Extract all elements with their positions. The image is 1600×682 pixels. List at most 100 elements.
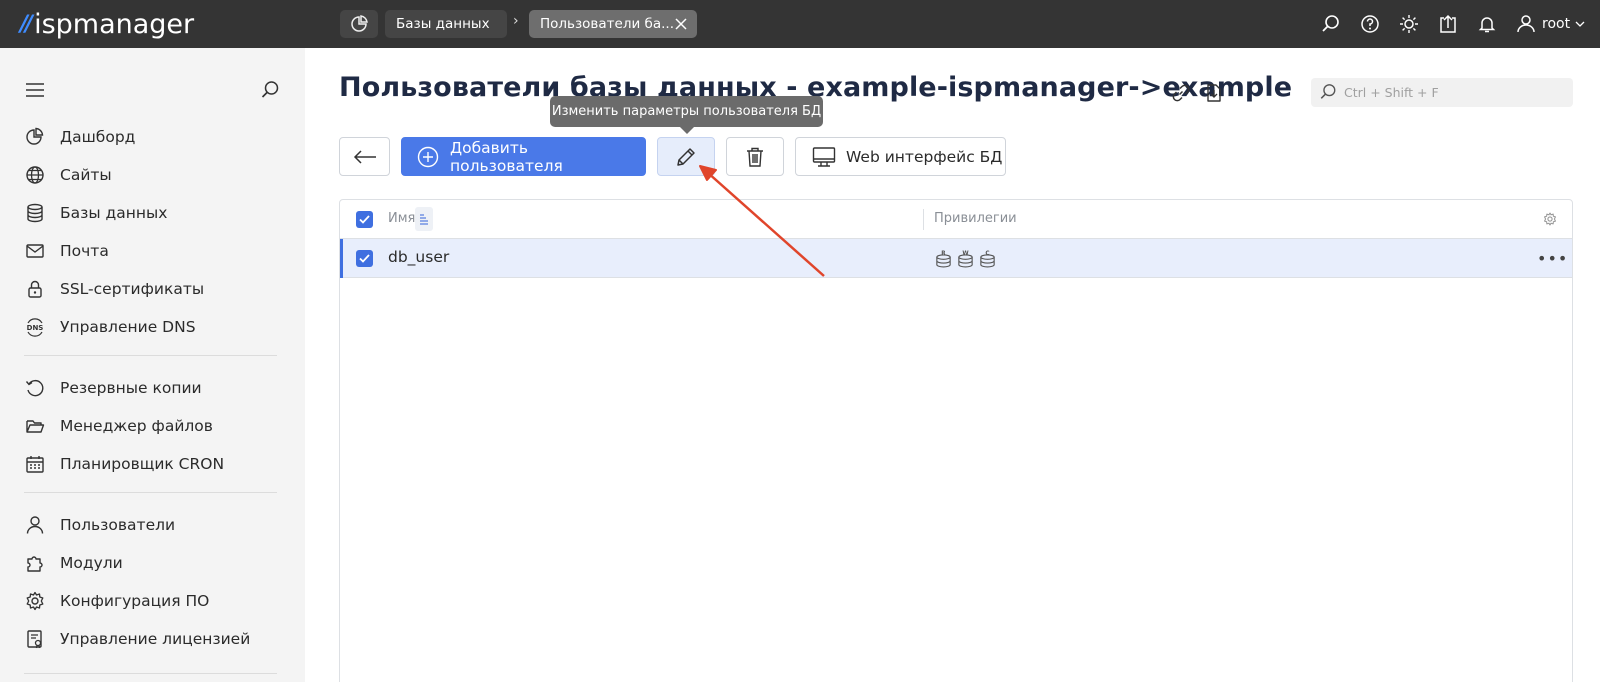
theme-icon[interactable] [1397,12,1421,36]
sidebar-item-label: Управление лицензией [60,630,251,648]
breadcrumb-databases-label: Базы данных [396,16,490,32]
menu-toggle-icon[interactable] [26,82,44,102]
folder-icon [24,415,46,437]
add-user-label: Добавить пользователя [450,138,563,175]
privilege-create-label: C [985,251,989,257]
sidebar-search-icon[interactable] [260,80,280,104]
sidebar-item-label: Менеджер файлов [60,417,213,435]
sidebar-item-label: Сайты [60,166,112,184]
calendar-icon [24,453,46,475]
sidebar-item-file-manager[interactable]: Менеджер файлов [24,411,213,441]
add-user-button[interactable]: Добавить пользователя [401,137,646,176]
puzzle-icon [24,552,46,574]
link-icon[interactable] [1170,82,1192,104]
sidebar-item-label: SSL-сертификаты [60,280,205,298]
edit-user-button[interactable] [657,137,715,176]
sidebar-item-label: Конфигурация ПО [60,592,210,610]
privilege-read-icon: R [936,251,951,268]
privilege-read-label: R [941,251,946,257]
row-checkbox[interactable] [356,250,373,267]
sidebar-divider [24,673,277,674]
sidebar-divider [24,355,277,356]
license-icon [24,628,46,650]
row-menu-icon[interactable]: ••• [1537,249,1568,268]
db-users-table: Имя Привилегии db_user R W C ••• [339,199,1573,682]
sidebar-item-databases[interactable]: Базы данных [24,198,167,228]
backup-icon [24,377,46,399]
breadcrumb-separator-icon: › [513,13,519,29]
mail-icon [24,240,46,262]
sidebar-item-dns[interactable]: DNS Управление DNS [24,312,196,342]
sidebar-item-label: Управление DNS [60,318,196,336]
user-icon [24,514,46,536]
svg-text:DNS: DNS [27,324,44,332]
arrow-left-icon [353,149,376,164]
help-icon[interactable] [1358,12,1382,36]
table-row[interactable]: db_user R W C ••• [340,239,1572,278]
plus-circle-icon [417,146,439,168]
breadcrumb-db-users-label: Пользователи ба... [540,16,674,32]
trash-icon [747,147,763,167]
breadcrumb-databases[interactable]: Базы данных [385,10,507,38]
breadcrumb-db-users[interactable]: Пользователи ба... [529,10,697,38]
sidebar-item-dashboard[interactable]: Дашборд [24,122,135,152]
sidebar-item-label: Пользователи [60,516,176,534]
table-header: Имя Привилегии [340,200,1572,239]
sidebar-item-label: Почта [60,242,109,260]
sidebar-item-software-config[interactable]: Конфигурация ПО [24,586,209,616]
row-user-name: db_user [388,248,450,266]
close-tab-icon[interactable] [675,10,689,38]
sidebar-item-label: Модули [60,554,123,572]
sidebar-item-mail[interactable]: Почта [24,236,109,266]
web-interface-label: Web интерфейс БД [846,147,1003,166]
delete-button[interactable] [726,137,784,176]
user-menu[interactable]: root [1516,12,1585,36]
search-input[interactable] [1344,78,1564,107]
privilege-write-label: W [962,251,969,257]
sidebar-item-users[interactable]: Пользователи [24,510,175,540]
logo[interactable]: // ispmanager [20,6,194,42]
top-bar: // ispmanager Базы данных › Пользователи… [0,0,1600,48]
sidebar-item-license[interactable]: Управление лицензией [24,624,250,654]
breadcrumb-dashboard-button[interactable] [340,10,378,38]
logo-mark: // [20,11,33,37]
sidebar-item-cron[interactable]: Планировщик CRON [24,449,224,479]
global-search[interactable] [1311,78,1573,107]
export-icon[interactable] [1203,82,1225,104]
database-icon [24,202,46,224]
column-header-privileges[interactable]: Привилегии [934,211,1017,226]
globe-icon [24,164,46,186]
privilege-create-icon: C [980,251,995,268]
sidebar-item-ssl[interactable]: SSL-сертификаты [24,274,204,304]
logo-text: ispmanager [34,8,195,40]
dns-icon: DNS [24,316,46,338]
tooltip-pointer [680,127,694,134]
bell-icon[interactable] [1475,12,1499,36]
sidebar-item-label: Резервные копии [60,379,202,397]
sidebar-item-label: Дашборд [60,128,136,146]
select-all-checkbox[interactable] [356,211,373,228]
sidebar-divider [24,492,277,493]
column-header-name[interactable]: Имя [388,211,415,226]
column-divider[interactable] [923,209,924,230]
back-button[interactable] [339,137,390,176]
column-settings-icon[interactable] [1543,211,1557,230]
edit-tooltip: Изменить параметры пользователя БД [550,96,823,127]
monitor-icon [812,146,836,168]
lock-icon [24,278,46,300]
search-icon[interactable] [1319,12,1343,36]
sidebar-item-label: Планировщик CRON [60,455,225,473]
row-selected-marker [340,239,343,278]
upload-icon[interactable] [1436,12,1460,36]
sidebar-item-modules[interactable]: Модули [24,548,123,578]
user-icon [1517,15,1535,33]
sidebar-item-sites[interactable]: Сайты [24,160,112,190]
web-interface-button[interactable]: Web интерфейс БД [795,137,1006,176]
chevron-down-icon [1575,21,1585,27]
sidebar-item-backups[interactable]: Резервные копии [24,373,202,403]
sidebar: Дашборд Сайты Базы данных Почта SSL-серт… [0,48,305,682]
sort-icon[interactable] [415,207,433,231]
gear-icon [24,590,46,612]
dashboard-icon [351,15,368,32]
dashboard-icon [24,126,46,148]
